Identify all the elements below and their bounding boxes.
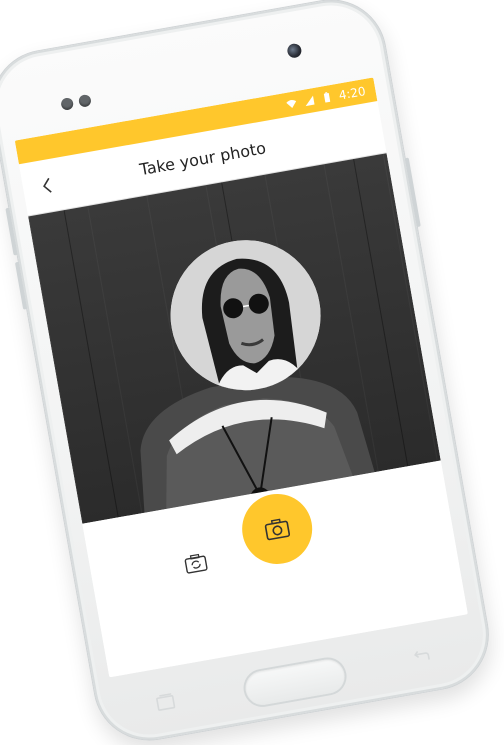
back-arrow-icon xyxy=(414,650,430,660)
camera-icon xyxy=(264,518,291,541)
sensor-dot xyxy=(77,93,92,108)
status-time: 4:20 xyxy=(337,84,367,103)
camera-preview xyxy=(28,153,441,524)
switch-camera-button[interactable] xyxy=(179,548,213,579)
battery-icon xyxy=(323,92,331,103)
phone-device: 4:20 Take your photo xyxy=(0,0,498,745)
stage: 4:20 Take your photo xyxy=(0,0,504,745)
sensor-dot xyxy=(60,97,75,111)
back-button[interactable] xyxy=(35,172,59,199)
page-title: Take your photo xyxy=(138,137,268,179)
chevron-left-icon xyxy=(43,177,52,193)
recent-apps-button[interactable] xyxy=(153,692,178,714)
capture-photo-button[interactable] xyxy=(236,488,318,570)
wifi-icon xyxy=(286,99,297,108)
signal-icon xyxy=(305,95,315,107)
recent-apps-icon xyxy=(156,693,176,711)
hardware-back-button[interactable] xyxy=(409,647,434,669)
camera-switch-icon xyxy=(184,553,208,574)
